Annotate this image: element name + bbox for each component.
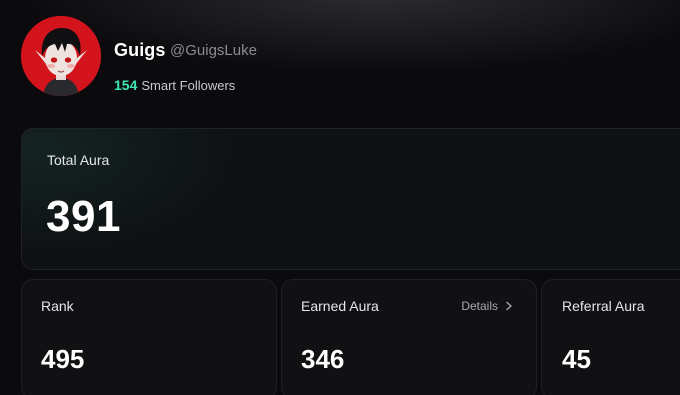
total-aura-value: 391 bbox=[46, 192, 121, 241]
smart-followers[interactable]: 154 Smart Followers bbox=[114, 77, 235, 93]
earned-aura-label: Earned Aura bbox=[301, 298, 379, 314]
profile-name: Guigs bbox=[114, 40, 166, 60]
total-aura-label: Total Aura bbox=[47, 152, 110, 168]
rank-value: 495 bbox=[41, 344, 85, 374]
total-aura-card: Total Aura 391 bbox=[21, 128, 680, 270]
details-link[interactable]: Details bbox=[461, 299, 514, 313]
referral-aura-label: Referral Aura bbox=[562, 298, 645, 314]
referral-aura-value: 45 bbox=[562, 344, 591, 374]
aura-dashboard: Guigs @GuigsLuke 154 Smart Followers Tota… bbox=[0, 0, 680, 395]
rank-label: Rank bbox=[41, 298, 74, 314]
chevron-right-icon bbox=[506, 301, 512, 311]
smart-followers-label: Smart Followers bbox=[141, 78, 236, 93]
earned-aura-card: Earned Aura Details 346 bbox=[281, 279, 537, 395]
referral-aura-card: Referral Aura 45 bbox=[541, 279, 680, 395]
avatar[interactable] bbox=[21, 16, 101, 96]
avatar-illustration-icon bbox=[21, 16, 101, 96]
details-label: Details bbox=[461, 299, 498, 313]
profile-handle[interactable]: @GuigsLuke bbox=[170, 42, 257, 59]
smart-followers-count: 154 bbox=[114, 77, 138, 93]
earned-aura-value: 346 bbox=[301, 344, 345, 374]
rank-card: Rank 495 bbox=[21, 279, 277, 395]
